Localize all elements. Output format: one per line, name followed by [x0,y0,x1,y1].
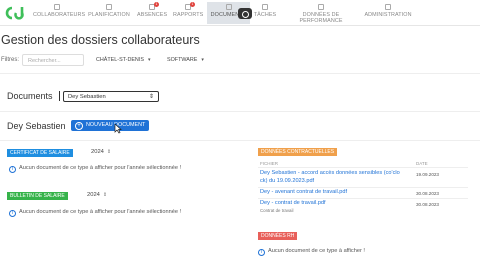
search-input[interactable]: Rechercher... [22,54,84,66]
users-icon [54,4,60,10]
bulletin-tag: BULLETIN DE SALAIRE [7,192,68,200]
nav-item-taches[interactable]: TÂCHES [252,2,278,24]
performance-icon [318,4,324,10]
divider [59,91,60,101]
document-date: 19.09.2023 [416,172,439,177]
document-type: Contrat de travail [260,208,294,213]
nav-item-collaborateurs[interactable]: COLLABORATEURS [33,2,85,24]
camera-overlay-icon [238,8,252,19]
nav-item-performance[interactable]: DONNÉES DE PERFORMANCE [284,2,358,24]
divider [258,198,468,199]
bulletin-empty-message: i Aucun document de ce type à afficher po… [9,209,181,217]
filters-label: Filtres: [1,57,19,63]
divider [258,187,468,188]
rh-tag: DONNÉES RH [258,232,298,240]
chevron-down-icon: ▾ [201,57,204,63]
document-link[interactable]: Dey Sebastien - accord accès données sen… [260,170,412,185]
plus-icon: + [75,121,83,130]
divider [0,73,480,74]
bulletin-year-select[interactable]: 2024 ⇕ [87,192,107,198]
info-icon: i [258,249,265,256]
info-icon: i [9,210,16,217]
document-link[interactable]: Dey - contrat de travail.pdf [260,200,326,208]
mouse-cursor-icon [114,124,122,134]
documents-label: Documents [7,91,53,101]
rapports-badge: 1 [190,2,195,7]
document-date: 30.08.2023 [416,191,439,196]
divider [0,140,480,141]
select-arrows-icon: ⇕ [148,94,154,100]
person-name: Dey Sebastien [7,121,66,131]
divider [258,167,468,168]
certificat-year-select[interactable]: 2024 ⇕ [91,149,111,155]
select-arrows-icon: ⇕ [102,192,108,198]
certificat-tag: CERTIFICAT DE SALAIRE [7,149,73,157]
app-logo-icon[interactable] [4,5,26,21]
divider [0,111,480,112]
rh-empty-message: i Aucun document de ce type à afficher ! [258,248,365,256]
absences-badge: 1 [154,2,159,7]
reports-icon: 1 [185,2,195,10]
software-dropdown[interactable]: SOFTWARE ▾ [161,54,210,66]
column-header-date: DATE [416,161,428,166]
location-dropdown[interactable]: CHÂTEL-ST-DENIS ▾ [90,54,156,66]
chevron-down-icon: ▾ [147,57,151,63]
absences-icon: 1 [149,2,159,10]
new-document-button[interactable]: + NOUVEAU DOCUMENT [71,120,149,131]
tasks-icon [262,4,268,10]
admin-icon [385,4,391,10]
top-nav: COLLABORATEURS PLANIFICATION 1 ABSENCES … [0,0,480,26]
nav-item-absences[interactable]: 1 ABSENCES [137,2,167,24]
select-arrows-icon: ⇕ [106,149,112,155]
page-title: Gestion des dossiers collaborateurs [1,33,200,47]
nav-item-planification[interactable]: PLANIFICATION [88,2,130,24]
document-link[interactable]: Dey - avenant contrat de travail.pdf [260,189,347,197]
folder-icon [225,4,232,10]
contractuelles-tag: DONNÉES CONTRACTUELLES [258,148,338,156]
person-select[interactable]: Dey Sebastien ⇕ [63,91,159,102]
calendar-icon [106,4,112,10]
info-icon: i [9,166,16,173]
certificat-empty-message: i Aucun document de ce type à afficher po… [9,165,181,173]
nav-item-rapports[interactable]: 1 RAPPORTS [173,2,203,24]
document-date: 30.08.2023 [416,202,439,207]
column-header-file: FICHIER [260,161,278,166]
nav-item-administration[interactable]: ADMINISTRATION [364,2,412,24]
